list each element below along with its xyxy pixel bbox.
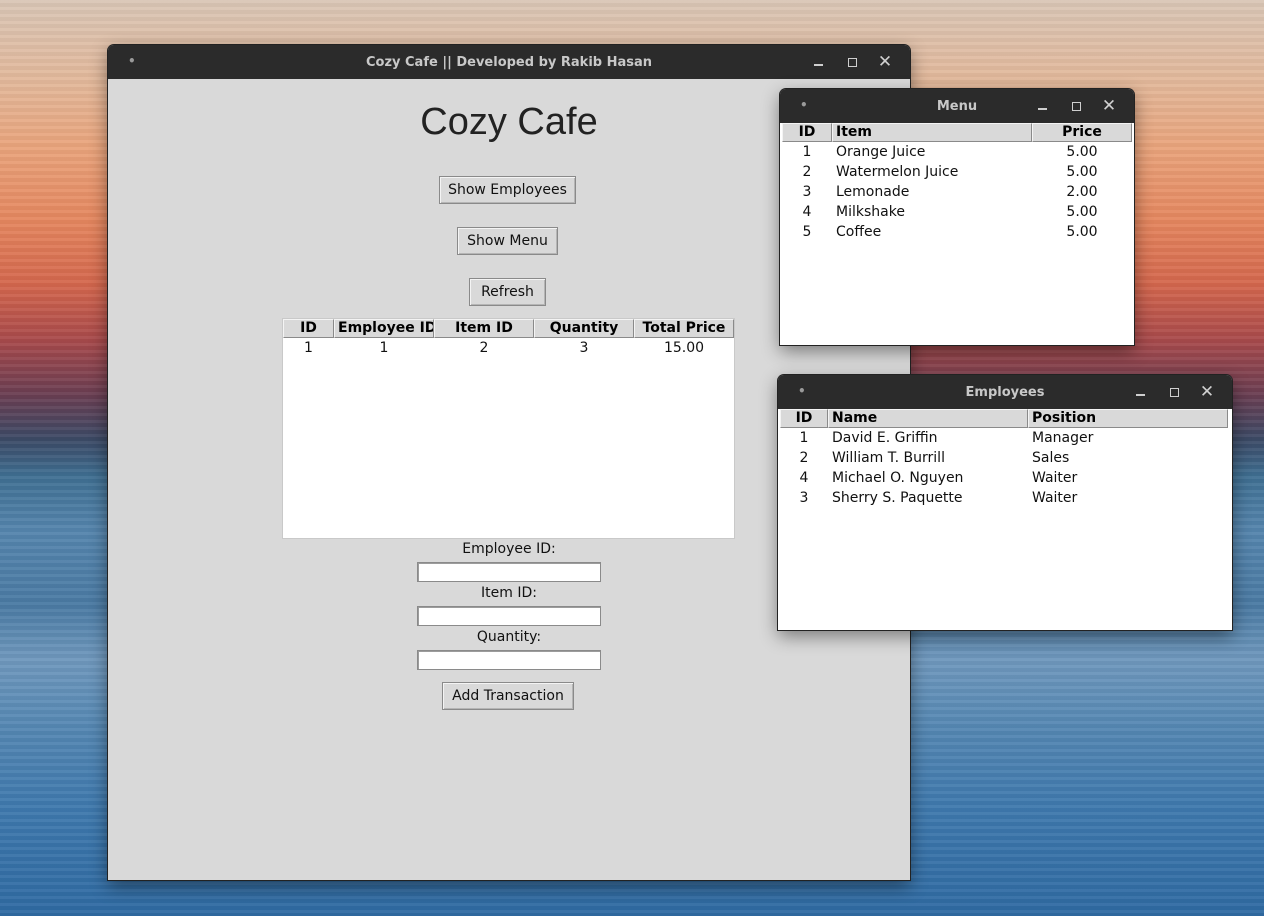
cell-item: Coffee [836, 224, 882, 240]
cell-name: David E. Griffin [832, 430, 938, 446]
maximize-icon[interactable] [1164, 382, 1184, 402]
column-header-position[interactable]: Position [1028, 409, 1228, 428]
cell-position: Waiter [1032, 470, 1078, 486]
table-row[interactable]: 4 Milkshake 5.00 [782, 202, 1132, 222]
cell-id: 3 [802, 184, 812, 200]
employees-client: ID Name Position 1 David E. Griffin Mana… [778, 409, 1232, 630]
cell-position: Sales [1032, 450, 1070, 466]
cell-price: 5.00 [1066, 224, 1098, 240]
table-row[interactable]: 3 Sherry S. Paquette Waiter [780, 488, 1228, 508]
cell-item: Lemonade [836, 184, 910, 200]
refresh-button[interactable]: Refresh [469, 278, 546, 306]
window-title: Employees [965, 384, 1045, 400]
table-row[interactable]: 1 Orange Juice 5.00 [782, 142, 1132, 162]
cell-id: 5 [802, 224, 812, 240]
table-row[interactable]: 5 Coffee 5.00 [782, 222, 1132, 242]
window-menu-icon[interactable]: • [800, 98, 808, 112]
window-title: Cozy Cafe || Developed by Rakib Hasan [365, 54, 653, 70]
employees-table-header: ID Name Position [780, 409, 1228, 428]
cell-item: Orange Juice [836, 144, 926, 160]
employees-window: • Employees ✕ ID Name Position 1 David E… [778, 375, 1232, 630]
column-header-total-price[interactable]: Total Price [634, 319, 734, 338]
cell-price: 5.00 [1066, 164, 1098, 180]
column-header-quantity[interactable]: Quantity [534, 319, 634, 338]
minimize-icon[interactable] [808, 52, 828, 72]
window-menu-icon[interactable]: • [128, 54, 136, 68]
menu-titlebar[interactable]: • Menu ✕ [780, 89, 1134, 123]
minimize-icon[interactable] [1130, 382, 1150, 402]
column-header-id[interactable]: ID [782, 123, 832, 142]
column-header-id[interactable]: ID [780, 409, 828, 428]
transactions-table-header: ID Employee ID Item ID Quantity Total Pr… [283, 319, 734, 338]
table-row[interactable]: 2 William T. Burrill Sales [780, 448, 1228, 468]
column-header-item-id[interactable]: Item ID [434, 319, 534, 338]
cell-item: Watermelon Juice [836, 164, 959, 180]
cell-name: Michael O. Nguyen [832, 470, 964, 486]
cell-price: 2.00 [1066, 184, 1098, 200]
main-titlebar[interactable]: • Cozy Cafe || Developed by Rakib Hasan … [108, 45, 910, 79]
add-transaction-button[interactable]: Add Transaction [442, 682, 574, 710]
minimize-icon[interactable] [1032, 96, 1052, 116]
window-menu-icon[interactable]: • [798, 384, 806, 398]
cell-id: 4 [802, 204, 812, 220]
cell-price: 5.00 [1066, 204, 1098, 220]
table-row[interactable]: 1 1 2 3 15.00 [283, 338, 734, 358]
maximize-icon[interactable] [842, 52, 862, 72]
close-icon[interactable]: ✕ [875, 52, 895, 72]
column-header-item[interactable]: Item [832, 123, 1032, 142]
cell-item: Milkshake [836, 204, 905, 220]
cell-position: Manager [1032, 430, 1094, 446]
cell-name: Sherry S. Paquette [832, 490, 963, 506]
cell-item-id: 2 [479, 340, 489, 356]
close-icon[interactable]: ✕ [1197, 382, 1217, 402]
show-menu-button[interactable]: Show Menu [457, 227, 558, 255]
table-row[interactable]: 4 Michael O. Nguyen Waiter [780, 468, 1228, 488]
cell-id: 2 [802, 164, 812, 180]
column-header-price[interactable]: Price [1032, 123, 1132, 142]
cell-id: 1 [802, 144, 812, 160]
item-id-field[interactable] [417, 606, 601, 626]
menu-client: ID Item Price 1 Orange Juice 5.00 2 Wate… [780, 123, 1134, 345]
cell-id: 2 [799, 450, 809, 466]
cell-position: Waiter [1032, 490, 1078, 506]
close-icon[interactable]: ✕ [1099, 96, 1119, 116]
column-header-employee-id[interactable]: Employee ID [334, 319, 434, 338]
quantity-label: Quantity: [476, 629, 542, 645]
menu-window: • Menu ✕ ID Item Price 1 Orange Juice 5.… [780, 89, 1134, 345]
cell-id: 4 [799, 470, 809, 486]
employees-titlebar[interactable]: • Employees ✕ [778, 375, 1232, 409]
window-title: Menu [936, 98, 978, 114]
menu-table-header: ID Item Price [782, 123, 1132, 142]
cell-id: 1 [304, 340, 313, 356]
cell-employee-id: 1 [379, 340, 389, 356]
cell-id: 3 [799, 490, 809, 506]
cell-total-price: 15.00 [663, 340, 705, 356]
cell-price: 5.00 [1066, 144, 1098, 160]
menu-table[interactable]: ID Item Price 1 Orange Juice 5.00 2 Wate… [782, 123, 1132, 342]
maximize-icon[interactable] [1066, 96, 1086, 116]
cell-id: 1 [799, 430, 809, 446]
employees-table[interactable]: ID Name Position 1 David E. Griffin Mana… [780, 409, 1230, 628]
employee-id-field[interactable] [417, 562, 601, 582]
column-header-id[interactable]: ID [283, 319, 334, 338]
column-header-name[interactable]: Name [828, 409, 1028, 428]
table-row[interactable]: 3 Lemonade 2.00 [782, 182, 1132, 202]
cell-name: William T. Burrill [832, 450, 945, 466]
cell-quantity: 3 [579, 340, 589, 356]
quantity-field[interactable] [417, 650, 601, 670]
transactions-table[interactable]: ID Employee ID Item ID Quantity Total Pr… [282, 318, 735, 539]
table-row[interactable]: 2 Watermelon Juice 5.00 [782, 162, 1132, 182]
table-row[interactable]: 1 David E. Griffin Manager [780, 428, 1228, 448]
show-employees-button[interactable]: Show Employees [439, 176, 576, 204]
